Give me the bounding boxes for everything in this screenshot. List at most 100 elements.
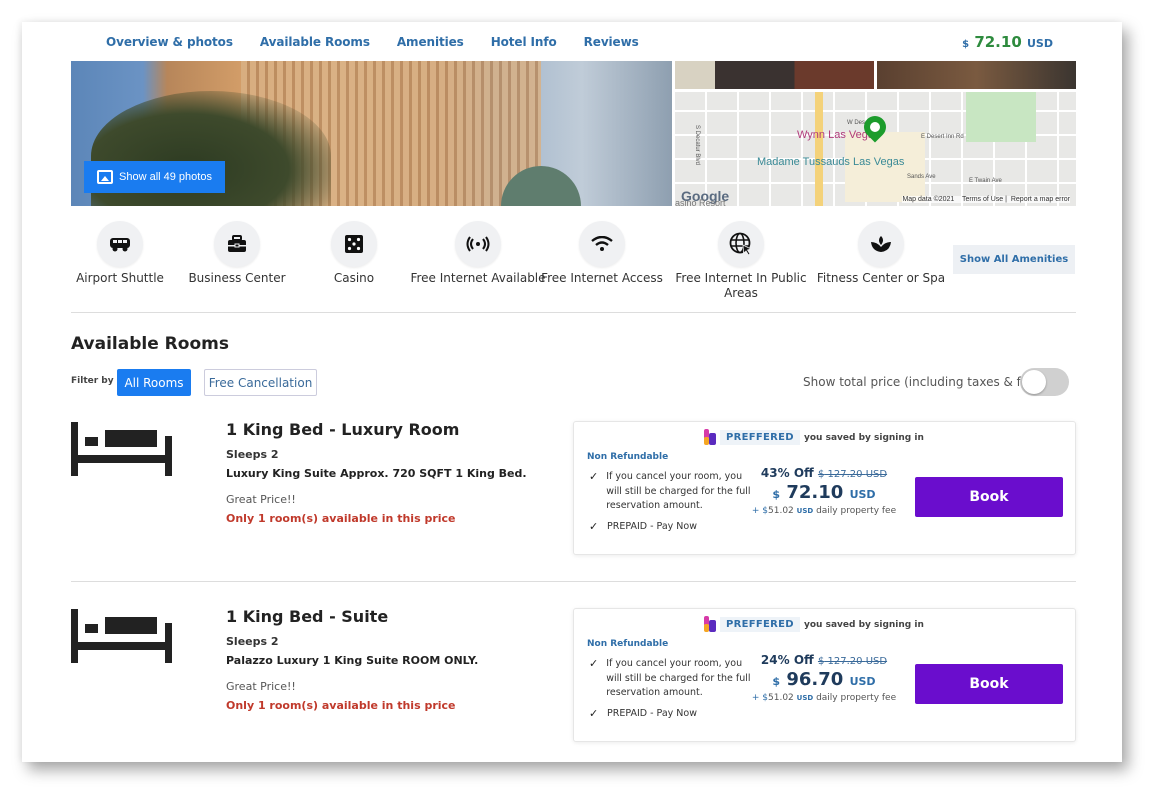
check-icon: ✓ xyxy=(589,470,599,483)
property-fee: + $51.02 USD daily property fee xyxy=(751,506,897,516)
room-title: 1 King Bed - Suite xyxy=(226,607,389,626)
section-nav: Overview & photos Available Rooms Amenit… xyxy=(106,35,666,49)
room-card: 1 King Bed - Suite Sleeps 2 Palazzo Luxu… xyxy=(71,607,1076,767)
dice-icon xyxy=(331,221,377,267)
condition-text: PREPAID - Pay Now xyxy=(607,708,697,719)
map-street-label: S Decatur Blvd xyxy=(694,124,701,166)
room-info: 1 King Bed - Luxury Room Sleeps 2 Luxury… xyxy=(226,420,527,525)
saved-by-signing-in: you saved by signing in xyxy=(804,620,924,630)
available-rooms-title: Available Rooms xyxy=(71,334,229,354)
room-offer: PREFFERED you saved by signing in Non Re… xyxy=(573,421,1076,555)
discount-percent: 43% Off xyxy=(760,466,814,480)
amenity-free-internet-access: Free Internet Access xyxy=(532,221,672,286)
room-sleeps: Sleeps 2 xyxy=(226,635,279,648)
room-great-price: Great Price!! xyxy=(226,680,296,693)
hotel-page-card: Overview & photos Available Rooms Amenit… xyxy=(22,22,1122,762)
original-price: $ 127.20 USD xyxy=(817,469,888,480)
current-price-amount: 72.10 xyxy=(786,482,844,503)
map-street-label: Sands Ave xyxy=(907,174,936,180)
book-button[interactable]: Book xyxy=(915,477,1063,517)
discount-line: 24% Off $ 127.20 USD xyxy=(734,653,914,667)
show-total-price-label: Show total price (including taxes & fees… xyxy=(803,375,1047,389)
refund-policy: Non Refundable xyxy=(587,452,669,462)
wifi-icon xyxy=(579,221,625,267)
current-price-amount: 96.70 xyxy=(786,669,844,690)
bed-icon xyxy=(71,609,172,663)
room-title: 1 King Bed - Luxury Room xyxy=(226,420,460,439)
room-info: 1 King Bed - Suite Sleeps 2 Palazzo Luxu… xyxy=(226,607,478,712)
amenity-label: Fitness Center or Spa xyxy=(816,271,946,285)
condition-text: PREPAID - Pay Now xyxy=(607,521,697,532)
amenity-label: Free Internet In Public Areas xyxy=(675,271,807,300)
original-price: $ 127.20 USD xyxy=(817,656,888,667)
shuttle-icon xyxy=(97,221,143,267)
map-highway xyxy=(815,92,823,206)
current-price: $ 96.70 USD xyxy=(772,669,876,690)
map-street-label: E Desert Inn Rd xyxy=(921,134,964,140)
room-sleeps: Sleeps 2 xyxy=(226,448,279,461)
hero-photo[interactable]: Show all 49 photos xyxy=(71,61,672,206)
gallery-icon xyxy=(97,170,113,184)
check-icon: ✓ xyxy=(589,707,599,720)
amenity-casino: Casino xyxy=(284,221,424,286)
preferred-logo-icon xyxy=(704,429,716,445)
map-park-area xyxy=(966,92,1036,142)
show-all-photos-button[interactable]: Show all 49 photos xyxy=(84,161,225,193)
nav-tab-overview[interactable]: Overview & photos xyxy=(106,35,233,49)
amenity-label: Casino xyxy=(333,271,375,285)
filter-by-label: Filter by xyxy=(71,376,114,386)
filter-free-cancellation-button[interactable]: Free Cancellation xyxy=(204,369,317,396)
book-button[interactable]: Book xyxy=(915,664,1063,704)
room-description: Palazzo Luxury 1 King Suite ROOM ONLY. xyxy=(226,654,479,667)
amenity-label: Free Internet Available xyxy=(410,271,546,285)
map-street-label: E Twain Ave xyxy=(969,178,1002,184)
header-price-symbol: $ xyxy=(962,39,970,50)
room-offer: PREFFERED you saved by signing in Non Re… xyxy=(573,608,1076,742)
discount-percent: 24% Off xyxy=(760,653,814,667)
show-all-photos-label: Show all 49 photos xyxy=(119,171,212,183)
check-icon: ✓ xyxy=(589,657,599,670)
show-all-amenities-button[interactable]: Show All Amenities xyxy=(953,245,1075,274)
lotus-icon xyxy=(858,221,904,267)
nav-tab-reviews[interactable]: Reviews xyxy=(584,35,639,49)
preferred-badge: PREFFERED xyxy=(704,429,800,445)
fee-amount: 51.02 xyxy=(768,693,794,703)
filter-all-rooms-button[interactable]: All Rooms xyxy=(117,369,191,396)
header-price-amount: 72.10 xyxy=(974,33,1022,51)
nav-tab-amenities[interactable]: Amenities xyxy=(397,35,464,49)
room-great-price: Great Price!! xyxy=(226,493,296,506)
property-fee: + $51.02 USD daily property fee xyxy=(751,693,897,703)
amenities-row: Airport Shuttle Business Center Casino F… xyxy=(71,221,1076,313)
price-box: 43% Off $ 127.20 USD $ 72.10 USD + $51.0… xyxy=(734,466,914,516)
briefcase-icon xyxy=(214,221,260,267)
refund-policy: Non Refundable xyxy=(587,639,669,649)
condition-item: ✓ PREPAID - Pay Now xyxy=(589,520,697,535)
thumbnail-photo-lobby[interactable] xyxy=(877,61,1076,89)
show-total-price-toggle[interactable] xyxy=(1020,368,1069,396)
nav-tab-available-rooms[interactable]: Available Rooms xyxy=(260,35,370,49)
broadcast-icon xyxy=(455,221,501,267)
preferred-label: PREFFERED xyxy=(720,429,800,445)
thumbnail-photo-room[interactable] xyxy=(675,61,874,89)
amenity-fitness-spa: Fitness Center or Spa xyxy=(811,221,951,286)
map-data-credit: Map data ©2021 xyxy=(902,196,955,203)
map-report-error-link[interactable]: Report a map error xyxy=(1011,196,1070,203)
map-footer: Map data ©2021 Terms of Use | Report a m… xyxy=(902,196,1070,203)
condition-item: ✓ PREPAID - Pay Now xyxy=(589,707,697,722)
globe-icon xyxy=(718,221,764,267)
location-map[interactable]: W Desert Inn E Desert Inn Rd Sands Ave E… xyxy=(675,92,1076,206)
header-price-currency: USD xyxy=(1027,37,1053,50)
saved-by-signing-in: you saved by signing in xyxy=(804,433,924,443)
bed-icon xyxy=(71,422,172,476)
preferred-badge: PREFFERED xyxy=(704,616,800,632)
amenity-label: Free Internet Access xyxy=(541,271,663,285)
nav-tab-hotel-info[interactable]: Hotel Info xyxy=(491,35,557,49)
discount-line: 43% Off $ 127.20 USD xyxy=(734,466,914,480)
room-card: 1 King Bed - Luxury Room Sleeps 2 Luxury… xyxy=(71,420,1076,582)
room-description: Luxury King Suite Approx. 720 SQFT 1 Kin… xyxy=(226,467,527,480)
header-price: $ 72.10 USD xyxy=(962,33,1053,51)
preferred-label: PREFFERED xyxy=(720,616,800,632)
preferred-logo-icon xyxy=(704,616,716,632)
map-terms-link[interactable]: Terms of Use xyxy=(962,196,1003,203)
room-availability-warning: Only 1 room(s) available in this price xyxy=(226,512,456,525)
